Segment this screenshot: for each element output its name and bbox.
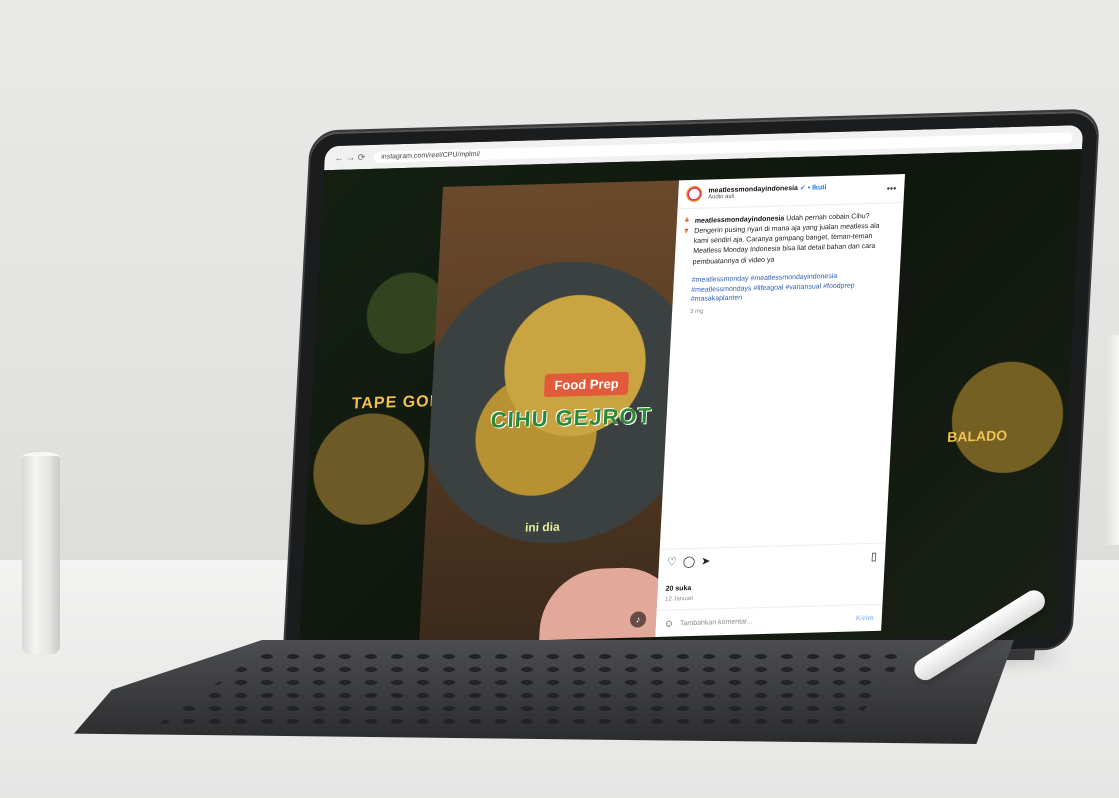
comment-icon[interactable]: ◯ [683, 555, 696, 568]
post-age: 3 mg [689, 308, 704, 316]
verified-icon: ✔ [799, 184, 806, 192]
background-thumbnail-label-right: BALADO [946, 427, 1008, 445]
video-caption: ini dia [524, 519, 561, 535]
post-date: 12 Januari [664, 595, 694, 603]
comment-input[interactable]: Tambahkan komentar... [680, 615, 850, 627]
video-badge: Food Prep [543, 371, 630, 398]
video-title: CIHU GEJROT [490, 403, 653, 433]
likes-count[interactable]: 20 suka [665, 585, 691, 593]
caption-avatar[interactable] [684, 217, 690, 234]
action-bar: ♡ ◯ ➤ ▯ [658, 542, 886, 575]
tablet-device: ← → ⟳ instagram.com/reel/CPU/mplmi/ TAPE… [283, 110, 1099, 670]
keyboard-keys [150, 650, 910, 730]
avatar[interactable] [685, 185, 703, 203]
post-comment-button[interactable]: Kirim [856, 614, 874, 622]
post-sidebar: meatlessmondayindonesia ✔ • Ikuti Audio … [655, 174, 906, 638]
caption-text: meatlessmondayindonesia Udah pernah coba… [692, 211, 895, 267]
heart-icon[interactable]: ♡ [667, 555, 678, 568]
tablet-screen: ← → ⟳ instagram.com/reel/CPU/mplmi/ TAPE… [298, 125, 1084, 655]
post-video[interactable]: Food Prep CIHU GEJROT ini dia ♪ [419, 180, 680, 644]
share-icon[interactable]: ➤ [701, 554, 711, 567]
browser-nav-icons[interactable]: ← → ⟳ [334, 152, 365, 164]
white-cup [22, 456, 60, 654]
more-options-icon[interactable]: ••• [887, 183, 897, 193]
emoji-icon[interactable]: ☺ [664, 618, 675, 629]
right-object [1105, 335, 1119, 545]
caption-block: meatlessmondayindonesia Udah pernah coba… [672, 203, 904, 324]
follow-button[interactable]: • Ikuti [807, 184, 826, 192]
caption-handle[interactable]: meatlessmondayindonesia [695, 215, 785, 225]
hashtags[interactable]: #meatlessmonday #meatlessmondayindonesia… [690, 270, 892, 305]
photo-scene: ← → ⟳ instagram.com/reel/CPU/mplmi/ TAPE… [0, 0, 1119, 798]
bookmark-icon[interactable]: ▯ [871, 550, 878, 563]
